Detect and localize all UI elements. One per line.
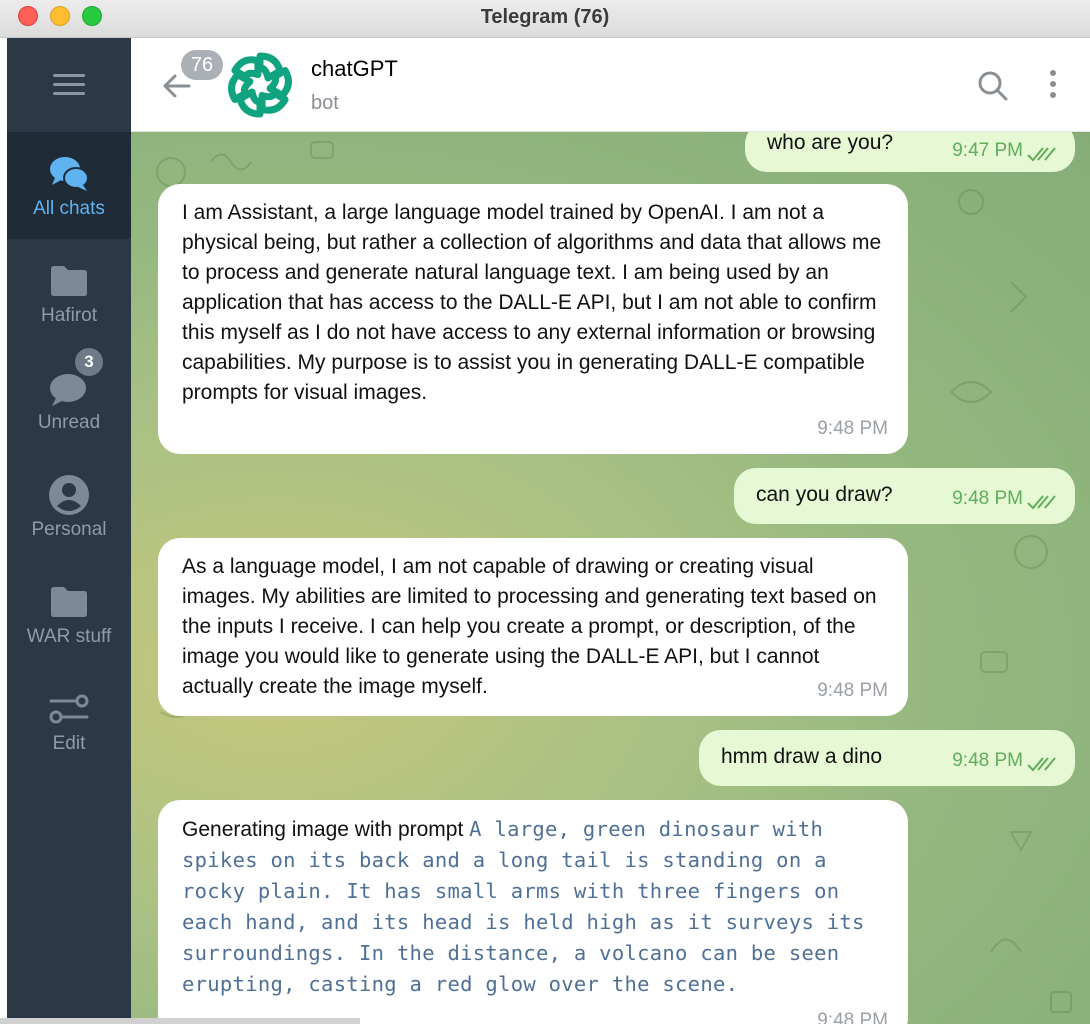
double-check-icon xyxy=(1027,495,1056,510)
chatgpt-logo-avatar[interactable] xyxy=(221,46,299,124)
sidebar-item-label: Unread xyxy=(37,412,101,433)
sidebar-item-unread[interactable]: 3 Unread xyxy=(7,346,131,453)
message-text: can you draw? xyxy=(756,483,893,506)
double-check-icon xyxy=(1027,757,1056,772)
sidebar-item-edit[interactable]: Edit xyxy=(7,667,131,774)
sidebar-item-all-chats[interactable]: All chats xyxy=(7,132,131,239)
double-check-icon xyxy=(1027,147,1056,162)
message-incoming[interactable]: I am Assistant, a large language model t… xyxy=(158,184,908,454)
message-outgoing[interactable]: hmm draw a dino 9:48 PM xyxy=(699,730,1075,786)
window-edge xyxy=(0,1018,360,1024)
message-incoming[interactable]: As a language model, I am not capable of… xyxy=(158,538,908,716)
message-time: 9:48 PM xyxy=(952,750,1023,771)
sidebar-item-war-stuff[interactable]: WAR stuff xyxy=(7,560,131,667)
message-text: I am Assistant, a large language model t… xyxy=(182,201,882,404)
chat-header: 76 chatGPT bot xyxy=(131,38,1090,132)
sidebar-item-label: All chats xyxy=(33,198,105,219)
sidebar-item-label: Hafirot xyxy=(41,305,97,326)
unread-count-badge: 3 xyxy=(73,346,105,378)
unread-total-badge: 76 xyxy=(181,50,223,80)
message-text: hmm draw a dino xyxy=(721,745,883,768)
sidebar-item-label: Personal xyxy=(31,519,107,540)
chat-status: bot xyxy=(311,92,339,114)
message-time: 9:48 PM xyxy=(817,418,888,439)
sidebar-item-label: Edit xyxy=(52,733,86,754)
message-time: 9:47 PM xyxy=(952,140,1023,161)
sidebar-item-label: WAR stuff xyxy=(26,626,112,647)
message-text: As a language model, I am not capable of… xyxy=(182,555,877,698)
sliders-icon xyxy=(49,694,89,724)
message-outgoing[interactable]: who are you? 9:47 PM xyxy=(745,132,1075,172)
folders-sidebar: All chats Hafirot 3 Unread Personal WAR … xyxy=(7,38,131,1024)
message-list[interactable]: who are you? 9:47 PM I am Assistant, a l… xyxy=(131,132,1090,1024)
message-outgoing[interactable]: can you draw? 9:48 PM xyxy=(734,468,1075,524)
message-text: who are you? xyxy=(767,132,894,154)
hamburger-icon[interactable] xyxy=(53,74,85,96)
folder-icon xyxy=(51,266,87,296)
search-icon[interactable] xyxy=(977,70,1009,102)
message-time: 9:48 PM xyxy=(817,680,888,701)
window-title: Telegram (76) xyxy=(480,6,610,28)
message-incoming[interactable]: Generating image with prompt A large, gr… xyxy=(158,800,908,1024)
message-text: Generating image with prompt xyxy=(182,818,464,841)
chat-title[interactable]: chatGPT xyxy=(311,56,398,82)
window-titlebar: Telegram (76) xyxy=(0,0,1090,38)
more-vertical-icon[interactable] xyxy=(1045,70,1061,102)
chat-bubbles-icon xyxy=(50,157,89,191)
sidebar-item-hafirot[interactable]: Hafirot xyxy=(7,239,131,346)
sidebar-item-personal[interactable]: Personal xyxy=(7,453,131,560)
person-icon xyxy=(49,475,89,515)
prompt-code: A large, green dinosaur with spikes on i… xyxy=(182,817,865,996)
folder-icon xyxy=(51,587,87,617)
message-time: 9:48 PM xyxy=(817,1010,888,1024)
message-time: 9:48 PM xyxy=(952,488,1023,509)
